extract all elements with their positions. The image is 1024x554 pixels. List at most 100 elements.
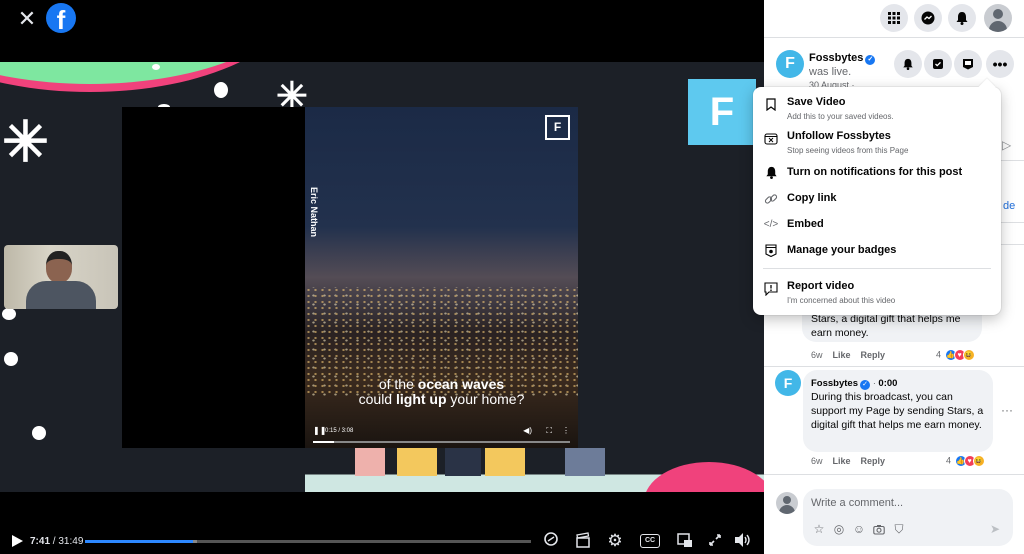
fullscreen-icon[interactable]: ⛶ <box>546 426 552 436</box>
avatar-head <box>993 9 1003 19</box>
embed-icon: </> <box>763 219 779 230</box>
messenger-button[interactable] <box>914 4 942 32</box>
video-stage[interactable]: ✳ ✳ F Eric Nathan of the ocean waves cou… <box>0 62 764 492</box>
menu-item-notifications[interactable]: Turn on notifications for this post <box>753 165 1001 183</box>
chat-icon[interactable] <box>542 532 560 550</box>
person-body <box>26 281 96 309</box>
reply-button[interactable]: Reply <box>861 456 886 466</box>
divider <box>1000 160 1024 161</box>
see-more-link[interactable]: de <box>1003 200 1015 212</box>
link-icon <box>763 192 779 209</box>
seek-bar[interactable] <box>85 540 531 543</box>
current-time: 7:41 <box>30 536 51 547</box>
menu-item-label: Manage your badges <box>787 244 897 256</box>
comment-timestamp[interactable]: 0:00 <box>878 378 897 389</box>
play-icon[interactable] <box>10 534 24 548</box>
more-options-button[interactable]: ••• <box>986 50 1014 78</box>
menu-item-report-video[interactable]: Report video I'm concerned about this vi… <box>753 279 1001 309</box>
unfollow-icon <box>763 132 779 148</box>
menu-item-save-video[interactable]: Save Video Add this to your saved videos… <box>753 95 1001 125</box>
avatar-body <box>989 21 1007 32</box>
decorative-arc <box>0 62 300 92</box>
haha-reaction-icon: 😆 <box>972 455 985 467</box>
embedded-video[interactable]: F Eric Nathan of the ocean waves could l… <box>305 107 578 448</box>
badge-button[interactable] <box>954 50 982 78</box>
comment-composer: ☆ ◎ ☺ ⛉ ➤ <box>803 489 1013 546</box>
video-subtitle: of the ocean waves could light up your h… <box>305 377 578 407</box>
avatar-sticker-icon[interactable]: ☆ <box>811 521 827 537</box>
page-name[interactable]: Fossbytes ✓ <box>809 52 876 65</box>
menu-item-copy-link[interactable]: Copy link <box>753 191 1001 209</box>
volume-icon[interactable]: ◀) <box>523 426 532 435</box>
watermark-logo: F <box>545 115 570 140</box>
like-button[interactable]: Like <box>833 456 851 466</box>
like-button[interactable]: Like <box>833 350 851 360</box>
comment-more-icon[interactable]: ··· <box>1001 403 1013 417</box>
brand-logo-tile: F <box>688 79 756 145</box>
more-icon[interactable]: ⋮ <box>562 426 570 435</box>
camera-icon[interactable] <box>871 521 887 537</box>
divider <box>1000 244 1024 245</box>
facebook-logo[interactable]: f <box>46 3 76 33</box>
gif-icon[interactable]: ◎ <box>831 521 847 537</box>
captions-icon[interactable]: CC <box>640 532 660 550</box>
volume-icon[interactable] <box>734 532 752 550</box>
reaction-summary[interactable]: 4 👍 ♥ 😆 <box>946 455 985 467</box>
decorative-house <box>565 448 605 476</box>
verified-badge-icon: ✓ <box>860 380 870 390</box>
reaction-count: 4 <box>946 455 952 466</box>
embedded-time: 0:15 / 3:08 <box>325 428 354 434</box>
play-triangle-icon: ▷ <box>1002 138 1012 152</box>
verified-badge-icon: ✓ <box>865 55 876 65</box>
reply-button[interactable]: Reply <box>861 350 886 360</box>
comment-text: Stars, a digital gift that helps me earn… <box>811 313 961 339</box>
fullscreen-icon[interactable] <box>706 532 724 550</box>
embedded-progress-fill <box>313 441 334 443</box>
comment-text: During this broadcast, you can support m… <box>811 391 984 431</box>
bell-icon <box>903 58 913 70</box>
played-bar <box>85 540 193 543</box>
avatar-head <box>783 496 791 504</box>
comment-header: Fossbytes ✓ · 0:00 <box>811 378 898 390</box>
menu-item-label: Copy link <box>787 192 837 204</box>
bell-icon <box>763 166 779 182</box>
comment-age[interactable]: 6w <box>811 456 823 466</box>
send-icon[interactable]: ➤ <box>987 521 1003 537</box>
comment-author-avatar[interactable]: F <box>775 370 801 396</box>
sticker-icon[interactable]: ⛉ <box>891 521 907 537</box>
notifications-toggle-button[interactable] <box>894 50 922 78</box>
clapperboard-icon[interactable] <box>574 532 592 550</box>
close-button[interactable]: ✕ <box>14 6 40 32</box>
page-avatar[interactable]: F <box>776 50 804 78</box>
reaction-count: 4 <box>936 349 942 360</box>
unfollow-icon <box>933 59 943 69</box>
embedded-progress[interactable] <box>313 441 570 443</box>
composer-avatar[interactable] <box>776 492 798 514</box>
comment-input[interactable] <box>811 493 1001 513</box>
menu-grid-button[interactable] <box>880 4 908 32</box>
divider <box>764 366 1024 367</box>
more-icon: ••• <box>992 56 1008 72</box>
subtitle-text: your home? <box>446 391 525 407</box>
picture-in-picture-icon[interactable] <box>676 532 694 550</box>
emoji-icon[interactable]: ☺ <box>851 521 867 537</box>
comment-age[interactable]: 6w <box>811 350 823 360</box>
decorative-house <box>445 448 481 476</box>
video-viewer: ✕ f ✳ ✳ F Eric Nathan of the ocean waves… <box>0 0 764 554</box>
menu-item-label: Unfollow Fossbytes <box>787 130 891 142</box>
account-avatar[interactable] <box>984 4 1012 32</box>
menu-item-embed[interactable]: </> Embed <box>753 217 1001 235</box>
notifications-button[interactable] <box>948 4 976 32</box>
settings-icon[interactable]: ⚙ <box>606 532 624 550</box>
page-name-text: Fossbytes <box>809 52 864 64</box>
menu-item-manage-badges[interactable]: Manage your badges <box>753 243 1001 261</box>
decorative-house <box>397 448 437 476</box>
subtitle-text: could <box>358 391 396 407</box>
menu-item-label: Embed <box>787 218 824 230</box>
unfollow-button[interactable] <box>924 50 952 78</box>
reaction-summary[interactable]: 4 👍 ♥ 😆 <box>936 349 975 361</box>
decorative-dot <box>32 426 46 440</box>
menu-item-unfollow[interactable]: Unfollow Fossbytes Stop seeing videos fr… <box>753 129 1001 159</box>
decorative-star: ✳ <box>2 110 49 173</box>
comment-author[interactable]: Fossbytes <box>811 378 858 389</box>
